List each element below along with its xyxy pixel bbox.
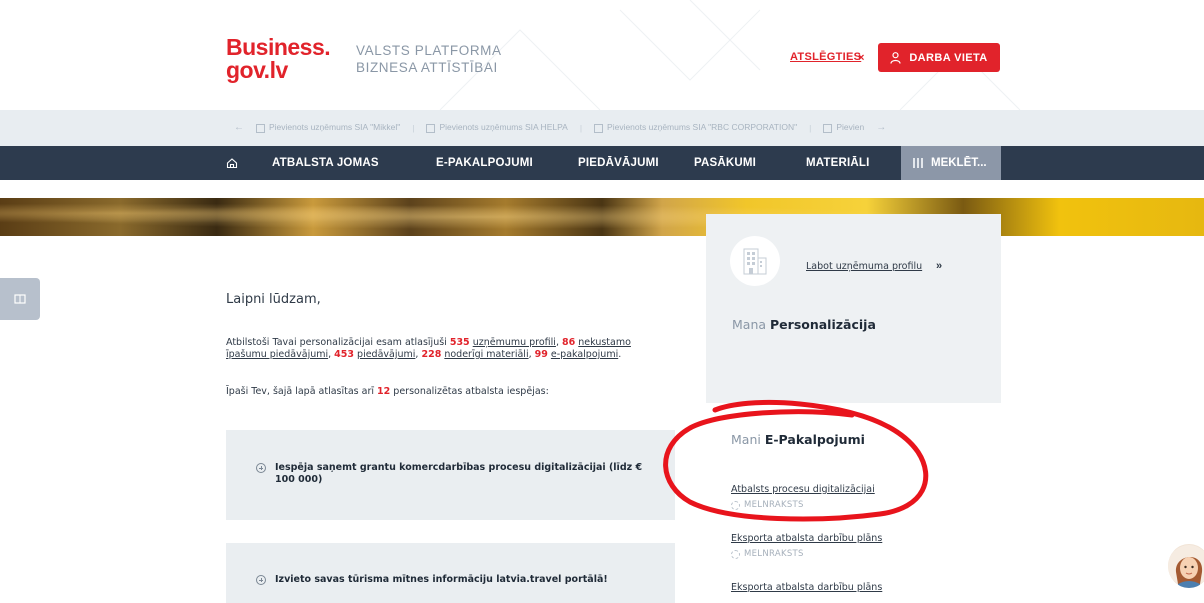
building-icon xyxy=(426,123,436,133)
personalization-heading-muted: Mana xyxy=(732,317,771,332)
ticker-prev-icon[interactable]: ← xyxy=(234,122,244,133)
count-e-services: 99 xyxy=(534,349,548,360)
link-e-services[interactable]: e-pakalpojumi xyxy=(551,349,618,360)
main-nav: ATBALSTA JOMAS E-PAKALPOJUMI PIEDĀVĀJUMI… xyxy=(0,146,1204,180)
nav-item-materials[interactable]: MATERIĀLI xyxy=(806,146,870,180)
count-offers: 453 xyxy=(334,349,355,360)
count-company-profiles: 535 xyxy=(449,337,470,348)
person-icon xyxy=(890,51,901,64)
chat-assistant-avatar[interactable] xyxy=(1168,544,1204,588)
nav-item-support-areas[interactable]: ATBALSTA JOMAS xyxy=(272,146,379,180)
home-icon xyxy=(226,158,238,169)
eservice-item: Eksporta atbalsta darbību plāns xyxy=(731,575,882,594)
logo-line-1: Business. xyxy=(226,34,331,60)
site-header: Business. gov.lv VALSTS PLATFORMA BIZNES… xyxy=(0,0,1204,110)
special-count: 12 xyxy=(377,386,391,397)
logout-x-icon[interactable]: × xyxy=(858,52,864,64)
eservice-link[interactable]: Eksporta atbalsta darbību plāns xyxy=(731,582,882,593)
building-icon xyxy=(594,123,604,133)
ticker-item[interactable]: Pievienots uzņēmums SIA "RBC CORPORATION… xyxy=(594,122,798,133)
ticker-next-icon[interactable]: → xyxy=(876,122,886,133)
eservice-link[interactable]: Eksporta atbalsta darbību plāns xyxy=(731,533,882,544)
logo-line-2: gov.lv xyxy=(226,57,288,83)
eservice-status-label: MELNRAKSTS xyxy=(744,500,804,510)
ticker-item-label: Pievien xyxy=(836,122,865,133)
eservices-heading-muted: Mani xyxy=(731,432,765,447)
nav-item-events[interactable]: PASĀKUMI xyxy=(694,146,756,180)
summary-prefix: Atbilstoši Tavai personalizācijai esam a… xyxy=(226,337,450,348)
personalization-heading: Mana Personalizācija xyxy=(732,317,876,332)
count-materials: 228 xyxy=(421,349,442,360)
grid-icon xyxy=(913,158,923,168)
edit-profile-link[interactable]: Labot uzņēmuma profilu xyxy=(806,261,922,272)
ticker-item-label: Pievienots uzņēmums SIA "RBC CORPORATION… xyxy=(607,122,798,133)
nav-search-button[interactable]: MEKLĒT... xyxy=(901,146,1001,180)
workplace-button[interactable]: DARBA VIETA xyxy=(878,43,1000,72)
eservice-item: Atbalsts procesu digitalizācijai MELNRAK… xyxy=(731,477,875,510)
link-materials[interactable]: noderīgi materiāli xyxy=(444,349,528,360)
opportunity-title: Iespēja saņemt grantu komercdarbības pro… xyxy=(275,462,643,485)
avatar xyxy=(1168,545,1204,588)
building-icon xyxy=(823,123,833,133)
personalization-heading-bold: Personalizācija xyxy=(770,317,876,332)
opportunity-card[interactable]: Izvieto savas tūrisma mītnes informāciju… xyxy=(226,543,675,603)
ticker-separator: | xyxy=(412,122,415,133)
plus-circle-icon xyxy=(256,463,266,473)
link-offers[interactable]: piedāvājumi xyxy=(357,349,415,360)
special-opportunities-text: Īpaši Tev, šajā lapā atlasītas arī 12 pe… xyxy=(226,386,549,397)
book-icon xyxy=(14,294,26,304)
nav-item-e-services[interactable]: E-PAKALPOJUMI xyxy=(436,146,533,180)
building-icon xyxy=(256,123,265,133)
workplace-button-label: DARBA VIETA xyxy=(909,51,988,64)
ticker-separator: | xyxy=(579,122,583,133)
logout-link[interactable]: ATSLĒGTIES xyxy=(790,51,861,63)
draft-icon xyxy=(731,500,740,510)
special-prefix: Īpaši Tev, šajā lapā atlasītas arī xyxy=(226,386,378,397)
eservices-heading-bold: E-Pakalpojumi xyxy=(764,432,865,447)
ticker-item[interactable]: Pievien xyxy=(823,122,865,133)
side-tab[interactable] xyxy=(0,278,40,320)
count-real-estate: 86 xyxy=(562,337,576,348)
ticker-item[interactable]: Pievienots uzņēmums SIA "Mikkel" xyxy=(256,122,401,133)
eservice-link[interactable]: Atbalsts procesu digitalizācijai xyxy=(731,484,875,495)
eservice-status-label: MELNRAKSTS xyxy=(744,549,804,559)
opportunity-title: Izvieto savas tūrisma mītnes informāciju… xyxy=(275,574,608,585)
site-logo[interactable]: Business. gov.lv xyxy=(226,34,331,83)
header-decoration xyxy=(439,0,1021,110)
hero-banner xyxy=(0,198,1204,236)
eservice-item: Eksporta atbalsta darbību plāns MELNRAKS… xyxy=(731,526,882,559)
ticker-item[interactable]: Pievienots uzņēmums SIA HELPA xyxy=(426,122,568,133)
eservice-status: MELNRAKSTS xyxy=(731,549,882,559)
nav-home[interactable] xyxy=(226,146,238,180)
profile-panel: Labot uzņēmuma profilu » Mana Personaliz… xyxy=(706,214,1001,403)
eservice-status: MELNRAKSTS xyxy=(731,500,875,510)
building-icon xyxy=(743,248,767,275)
special-suffix: personalizētas atbalsta iespējas: xyxy=(390,386,549,397)
news-ticker: ← Pievienots uzņēmums SIA "Mikkel" | Pie… xyxy=(0,110,1204,146)
ticker-separator: | xyxy=(809,122,812,133)
my-eservices-heading: Mani E-Pakalpojumi xyxy=(731,432,865,447)
link-company-profiles[interactable]: uzņēmumu profili xyxy=(473,337,556,348)
personalization-summary: Atbilstoši Tavai personalizācijai esam a… xyxy=(226,337,631,360)
welcome-heading: Laipni lūdzam, xyxy=(226,292,321,307)
site-tagline: VALSTS PLATFORMA BIZNESA ATTĪSTĪBAI xyxy=(356,42,502,76)
ticker-item-label: Pievienots uzņēmums SIA HELPA xyxy=(439,122,568,133)
ticker-item-label: Pievienots uzņēmums SIA "Mikkel" xyxy=(269,122,401,133)
edit-profile-arrow-icon[interactable]: » xyxy=(936,260,942,272)
plus-circle-icon xyxy=(256,575,266,585)
tagline-line-2: BIZNESA ATTĪSTĪBAI xyxy=(356,60,498,75)
company-avatar xyxy=(730,236,780,286)
draft-icon xyxy=(731,549,740,559)
tagline-line-1: VALSTS PLATFORMA xyxy=(356,43,502,58)
nav-item-offers[interactable]: PIEDĀVĀJUMI xyxy=(578,146,659,180)
nav-search-label: MEKLĒT... xyxy=(931,157,987,169)
opportunity-card[interactable]: Iespēja saņemt grantu komercdarbības pro… xyxy=(226,430,675,520)
